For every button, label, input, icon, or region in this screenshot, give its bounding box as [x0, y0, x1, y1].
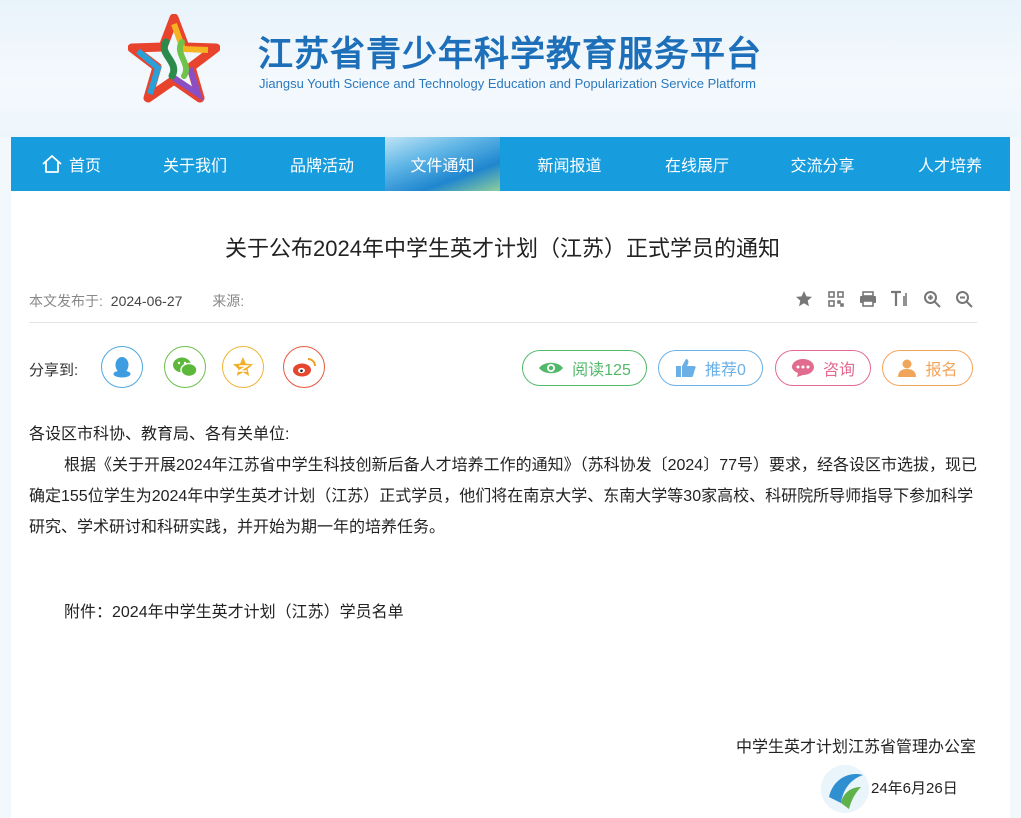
nav-item-talent[interactable]: 人才培养 [890, 137, 1010, 191]
recommend-button[interactable]: 推荐0 [658, 350, 763, 386]
signature: 中学生英才计划江苏省管理办公室 [735, 739, 976, 756]
nav-item-news[interactable]: 新闻报道 [500, 137, 639, 191]
nav-item-notices[interactable]: 文件通知 [385, 137, 500, 191]
watermark-logo [821, 765, 869, 813]
print-icon[interactable] [858, 290, 878, 308]
nav-item-label: 首页 [68, 158, 101, 175]
meta-divider [29, 322, 977, 323]
signature-date: 24年6月26日 [871, 780, 958, 797]
nav-item-home[interactable]: 首页 [11, 137, 131, 191]
read-count-button[interactable]: 阅读125 [522, 350, 647, 386]
greeting: 各设区市科协、教育局、各有关单位: [29, 426, 290, 443]
home-icon [41, 154, 63, 174]
article-tools [794, 290, 974, 308]
qzone-icon [233, 357, 253, 376]
nav-item-label: 新闻报道 [537, 158, 602, 175]
user-icon [898, 359, 917, 377]
nav-item-brand-activities[interactable]: 品牌活动 [259, 137, 385, 191]
star-icon[interactable] [794, 290, 814, 308]
eye-icon [539, 362, 564, 374]
consult-label: 咨询 [822, 362, 855, 379]
publish-label: 本文发布于: [29, 293, 103, 309]
site-header: 江苏省青少年科学教育服务平台 Jiangsu Youth Science and… [0, 0, 1021, 137]
attachment-link[interactable]: 附件：2024年中学生英才计划（江苏）学员名单 [64, 598, 404, 622]
share-qzone-button[interactable] [222, 346, 264, 388]
body-paragraph: 根据《关于开展2024年江苏省中学生科技创新后备人才培养工作的通知》（苏科协发〔… [29, 457, 977, 536]
publish-date: 2024-06-27 [110, 293, 183, 309]
site-title: 江苏省青少年科学教育服务平台 [258, 35, 763, 74]
nav-item-label: 文件通知 [410, 158, 475, 175]
thumbs-up-icon [676, 359, 696, 377]
wechat-icon [173, 357, 198, 378]
article-body: 各设区市科协、教育局、各有关单位: 根据《关于开展2024年江苏省中学生科技创新… [29, 419, 979, 543]
zoom-in-icon[interactable] [922, 290, 942, 308]
article-title: 关于公布2024年中学生英才计划（江苏）正式学员的通知 [225, 236, 780, 261]
weibo-icon [293, 358, 316, 377]
recommend-count: 推荐0 [705, 362, 746, 379]
article-container: 关于公布2024年中学生英才计划（江苏）正式学员的通知 本文发布于: 2024-… [11, 191, 1010, 818]
nav-item-label: 品牌活动 [289, 158, 354, 175]
source-label: 来源: [212, 293, 245, 309]
signup-button[interactable]: 报名 [882, 350, 973, 386]
main-nav: 首页 关于我们 品牌活动 文件通知 新闻报道 在线展厅 交流分享 人才培养 [11, 137, 1010, 191]
qq-icon [113, 357, 131, 378]
nav-item-exchange[interactable]: 交流分享 [755, 137, 890, 191]
nav-item-label: 关于我们 [162, 158, 227, 175]
zoom-out-icon[interactable] [954, 290, 974, 308]
signup-label: 报名 [925, 362, 958, 379]
nav-item-label: 人才培养 [917, 158, 982, 175]
share-label: 分享到: [29, 362, 79, 379]
consult-button[interactable]: 咨询 [775, 350, 871, 386]
site-subtitle: Jiangsu Youth Science and Technology Edu… [259, 76, 756, 91]
nav-item-about[interactable]: 关于我们 [131, 137, 259, 191]
share-weibo-button[interactable] [283, 346, 325, 388]
text-size-icon[interactable] [890, 290, 910, 308]
nav-item-label: 在线展厅 [664, 158, 729, 175]
nav-item-label: 交流分享 [790, 158, 855, 175]
nav-item-online-exhibition[interactable]: 在线展厅 [639, 137, 755, 191]
share-qq-button[interactable] [101, 346, 143, 388]
platform-logo[interactable] [128, 14, 220, 106]
share-wechat-button[interactable] [164, 346, 206, 388]
chat-icon [791, 359, 814, 377]
qrcode-icon[interactable] [826, 290, 846, 308]
article-meta: 本文发布于: 2024-06-27 来源: [29, 291, 244, 311]
read-count: 阅读125 [572, 362, 631, 379]
